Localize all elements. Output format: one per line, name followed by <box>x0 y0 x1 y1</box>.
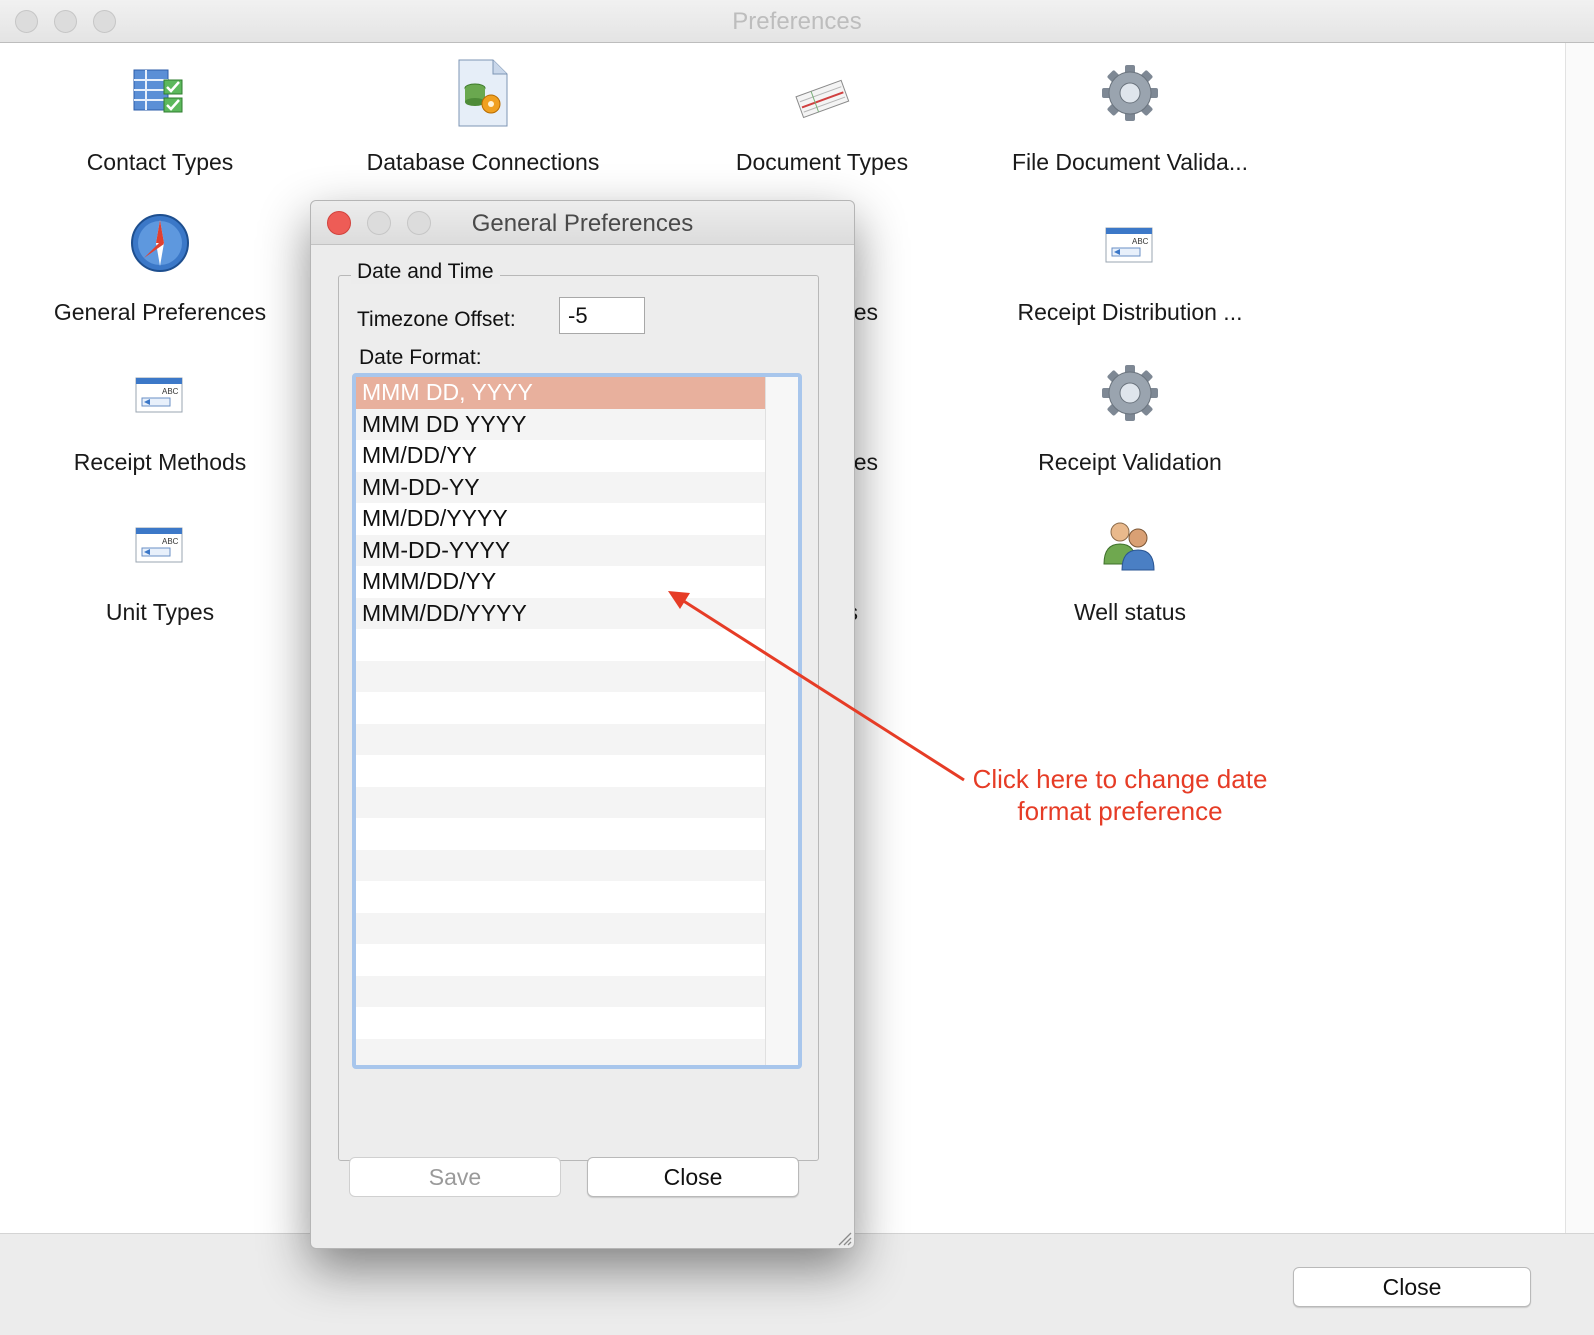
date-format-option[interactable]: MMM DD YYYY <box>356 408 765 440</box>
svg-text:ABC: ABC <box>162 387 179 396</box>
empty-list-row <box>356 755 765 787</box>
date-format-rows: MMM DD, YYYY MMM DD YYYY MM/DD/YY MM-DD-YY M… <box>356 377 765 1065</box>
timezone-offset-input[interactable] <box>559 297 645 334</box>
pref-item-receipt-distribution[interactable]: ABC Receipt Distribution ... <box>970 193 1290 343</box>
svg-text:ABC: ABC <box>1132 237 1149 246</box>
date-format-option[interactable]: MMM/DD/YY <box>356 566 765 598</box>
empty-list-row <box>356 660 765 692</box>
empty-list-row <box>356 629 765 661</box>
pref-label: File Document Valida... <box>1011 149 1249 175</box>
empty-list-row <box>356 818 765 850</box>
empty-list-row <box>356 881 765 913</box>
date-format-label: Date Format: <box>359 346 482 369</box>
empty-list-row <box>356 723 765 755</box>
timezone-label: Timezone Offset: <box>357 308 516 331</box>
empty-list-row <box>356 786 765 818</box>
pref-label: Receipt Methods <box>73 449 247 475</box>
svg-text:ABC: ABC <box>162 537 179 546</box>
empty-list-row <box>356 1007 765 1039</box>
pref-item-database-connections[interactable]: Database Connections <box>323 43 643 193</box>
document-types-icon <box>795 79 850 119</box>
date-format-option[interactable]: MM-DD-YYYY <box>356 534 765 566</box>
annotation-line-2: format preference <box>1017 796 1223 826</box>
pref-item-file-document-validation[interactable]: File Document Valida... <box>970 43 1290 193</box>
pref-label: Receipt Validation <box>1038 449 1222 475</box>
date-format-option[interactable]: MMM DD, YYYY <box>356 377 765 409</box>
date-format-option[interactable]: MM-DD-YY <box>356 471 765 503</box>
main-titlebar: Preferences <box>0 0 1594 43</box>
pref-label: General Preferences <box>53 299 267 325</box>
empty-list-row <box>356 975 765 1007</box>
pref-label: Receipt Distribution ... <box>1017 299 1243 325</box>
users-icon <box>1103 522 1155 571</box>
group-title: Date and Time <box>351 260 500 284</box>
pref-item-document-types[interactable]: Document Types <box>662 43 982 193</box>
date-format-option[interactable]: MMM/DD/YYYY <box>356 597 765 629</box>
dialog-close-text-button[interactable]: Close <box>587 1157 799 1197</box>
main-scrollbar[interactable] <box>1565 43 1594 1233</box>
database-icon <box>458 59 508 127</box>
window-title: Preferences <box>732 8 862 35</box>
main-close-button[interactable]: Close <box>1293 1267 1531 1307</box>
abc-form-icon: ABC <box>135 377 183 413</box>
date-format-option[interactable]: MM/DD/YY <box>356 440 765 472</box>
pref-item-well-status[interactable]: Well status <box>970 493 1290 643</box>
pref-item-receipt-methods[interactable]: ABC Receipt Methods <box>0 343 320 493</box>
pref-label: Contact Types <box>86 149 234 175</box>
save-button[interactable]: Save <box>349 1157 561 1197</box>
abc-form-icon: ABC <box>135 527 183 563</box>
resize-grip-icon[interactable] <box>834 1228 852 1246</box>
date-format-list[interactable]: MMM DD, YYYY MMM DD YYYY MM/DD/YY MM-DD-YY M… <box>352 373 802 1069</box>
gear-icon <box>1102 65 1158 121</box>
pref-item-unit-types[interactable]: ABC Unit Types <box>0 493 320 643</box>
pref-item-contact-types[interactable]: Contact Types <box>0 43 320 193</box>
contact-types-icon <box>133 69 183 113</box>
pref-item-receipt-validation[interactable]: Receipt Validation <box>970 343 1290 493</box>
dialog-title: General Preferences <box>471 210 694 237</box>
dialog-titlebar: General Preferences <box>311 201 854 245</box>
pref-label: Database Connections <box>366 149 600 175</box>
pref-label: Unit Types <box>105 599 215 625</box>
pref-item-general-preferences[interactable]: General Preferences <box>0 193 320 343</box>
date-time-group: Date and Time Timezone Offset: Date Form… <box>338 260 819 1161</box>
gear-icon <box>1102 365 1158 421</box>
date-format-option[interactable]: MM/DD/YYYY <box>356 503 765 535</box>
empty-list-row <box>356 1038 765 1065</box>
general-preferences-dialog: General Preferences Date and Time Timezo… <box>310 200 855 1249</box>
pref-label: Well status <box>1073 599 1187 625</box>
empty-list-row <box>356 944 765 976</box>
annotation-line-1: Click here to change date <box>972 764 1268 794</box>
empty-list-row <box>356 912 765 944</box>
abc-form-icon: ABC <box>1105 227 1153 263</box>
empty-list-row <box>356 692 765 724</box>
compass-icon <box>131 214 189 272</box>
list-scrollbar[interactable] <box>765 377 798 1065</box>
empty-list-row <box>356 849 765 881</box>
annotation-callout: Click here to change date format prefere… <box>955 763 1285 827</box>
pref-label: Document Types <box>735 149 909 175</box>
